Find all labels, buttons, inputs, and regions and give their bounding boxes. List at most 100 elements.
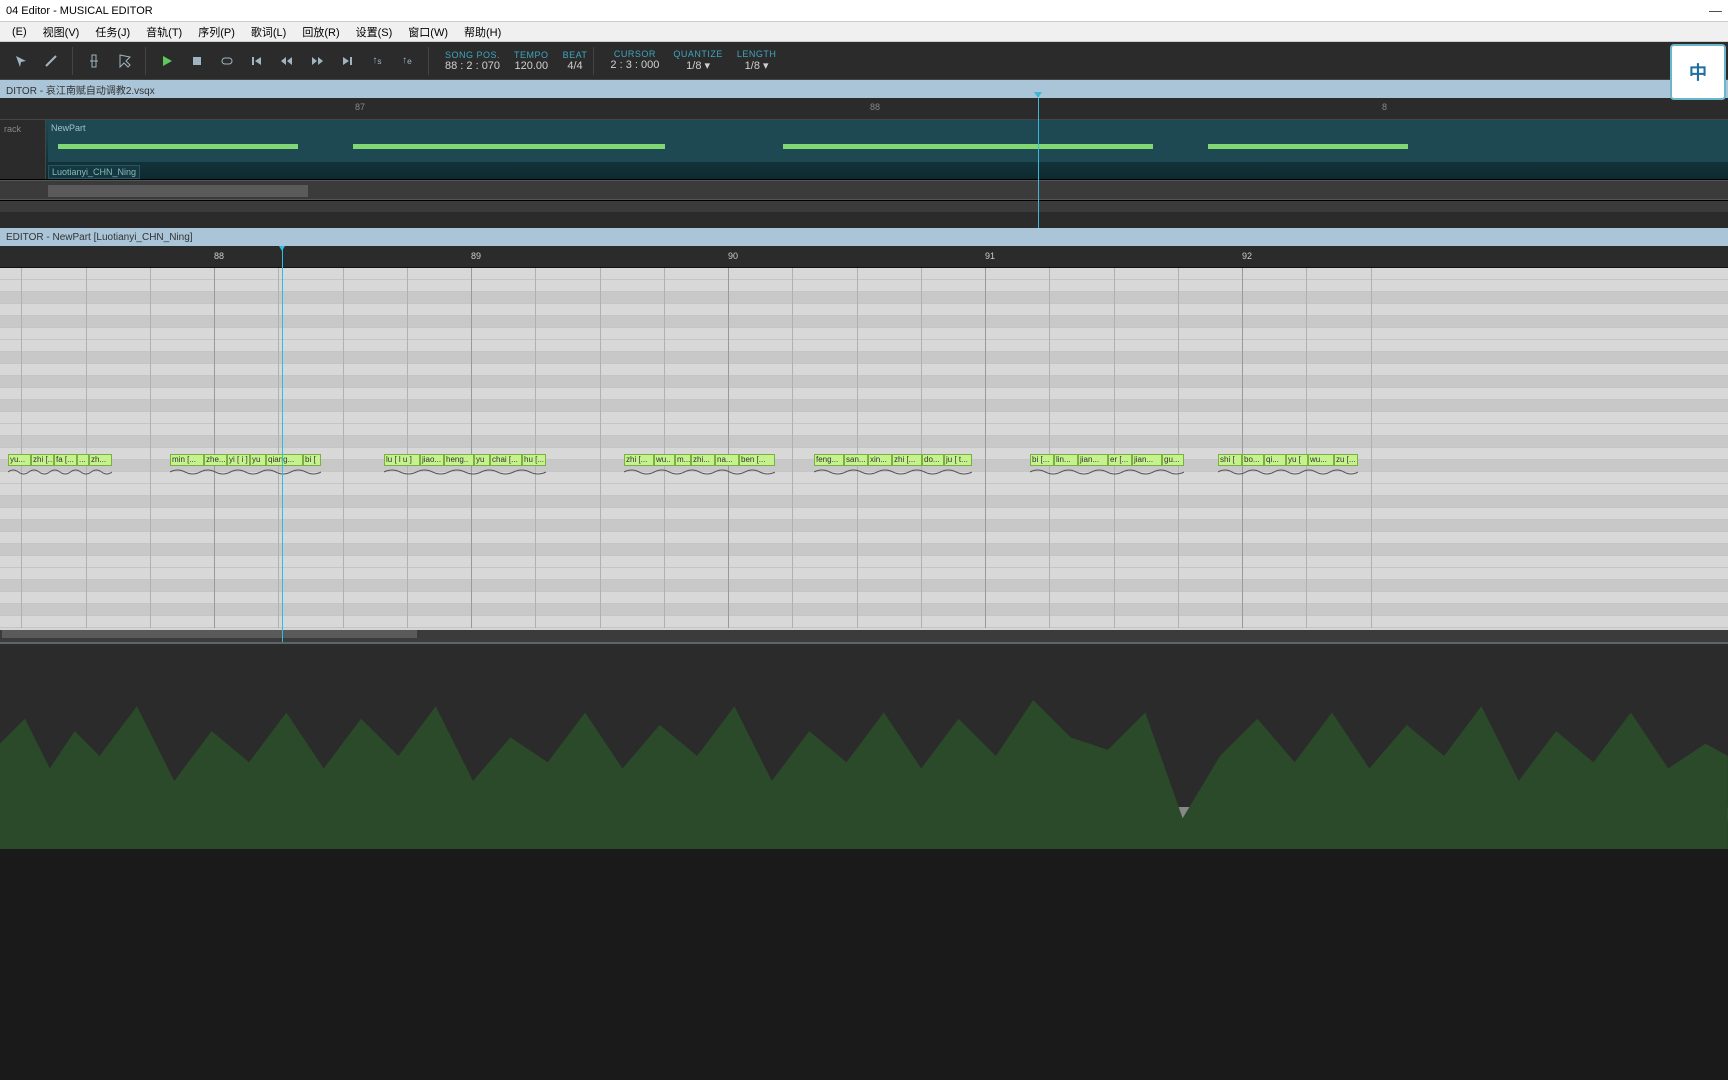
skip-end-icon[interactable] [335,49,359,73]
cursor-label: CURSOR [614,49,656,59]
menu-help[interactable]: 帮助(H) [456,24,509,40]
window-title: 04 Editor - MUSICAL EDITOR [6,5,153,17]
ruler-bar: 87 [355,102,365,112]
note[interactable]: jian... [1132,454,1162,466]
note[interactable]: ben [... [739,454,775,466]
note[interactable]: heng.. [444,454,474,466]
loop-button-icon[interactable] [215,49,239,73]
menu-lyrics[interactable]: 歌词(L) [243,24,294,40]
note[interactable]: zhi [... [31,454,54,466]
note[interactable]: ... [77,454,89,466]
note[interactable]: jian... [1078,454,1108,466]
note[interactable]: yu... [8,454,31,466]
note[interactable]: bi [ [303,454,321,466]
tempo-value: 120.00 [514,60,548,72]
menu-track[interactable]: 音轨(T) [138,24,190,40]
length-value[interactable]: 1/8 ▾ [745,59,769,72]
menu-playback[interactable]: 回放(R) [294,24,347,40]
track-scrollbar[interactable] [0,200,1728,212]
piano-roll-scrollbar[interactable] [0,630,1728,642]
note[interactable]: zhe... [204,454,227,466]
note[interactable]: chai [... [490,454,522,466]
track-selection[interactable] [0,180,1728,200]
menu-bar: (E) 视图(V) 任务(J) 音轨(T) 序列(P) 歌词(L) 回放(R) … [0,22,1728,42]
musical-editor-header: EDITOR - NewPart [Luotianyi_CHN_Ning] [0,228,1728,246]
note[interactable]: qiang... [266,454,303,466]
play-button-icon[interactable] [155,49,179,73]
title-bar: 04 Editor - MUSICAL EDITOR — [0,0,1728,22]
cut-tool-icon[interactable] [82,49,106,73]
voice-name[interactable]: Luotianyi_CHN_Ning [48,165,140,179]
note[interactable]: xin... [868,454,892,466]
menu-window[interactable]: 窗口(W) [400,24,456,40]
track-ruler[interactable]: 87 88 8 [0,98,1728,120]
note[interactable]: fa [... [54,454,77,466]
ime-badge[interactable]: 中 [1670,44,1726,100]
note[interactable]: er [... [1108,454,1132,466]
note[interactable]: qi... [1264,454,1286,466]
forward-icon[interactable] [305,49,329,73]
note[interactable]: m... [675,454,691,466]
stop-button-icon[interactable] [185,49,209,73]
track-editor[interactable]: 87 88 8 rack NewPart Luotianyi_CHN_Ning [0,98,1728,228]
menu-file[interactable]: (E) [4,26,35,38]
note[interactable]: san... [844,454,868,466]
rewind-icon[interactable] [275,49,299,73]
note[interactable]: zhi... [691,454,715,466]
note[interactable]: bi [... [1030,454,1054,466]
ruler-bar: 92 [1242,251,1252,261]
note[interactable]: zhi [... [624,454,654,466]
menu-task[interactable]: 任务(J) [87,24,138,40]
piano-roll-body[interactable]: yu...zhi [...fa [......zh...min [...zhe.… [0,268,1728,628]
note[interactable]: yu [250,454,266,466]
note[interactable]: wu... [1308,454,1334,466]
note[interactable]: hu [... [522,454,546,466]
note[interactable]: yi [ i ] [227,454,250,466]
note[interactable]: ju [ t... [944,454,972,466]
quantize-label: QUANTIZE [673,49,723,59]
beat-value: 4/4 [567,60,582,72]
note[interactable]: yu [ [1286,454,1308,466]
piano-roll-playhead [282,246,283,642]
note[interactable]: bo... [1242,454,1264,466]
note[interactable]: wu.. [654,454,675,466]
line-tool-icon[interactable] [39,49,63,73]
note[interactable]: lu [ l u ] [384,454,420,466]
arrow-tool-icon[interactable] [112,49,136,73]
note[interactable]: zu [... [1334,454,1358,466]
minimize-button[interactable]: — [1709,3,1722,18]
note[interactable]: na... [715,454,739,466]
marker-s-icon[interactable]: ↑s [365,49,389,73]
piano-roll[interactable]: 88 89 90 91 92 yu...zhi [...fa [......zh… [0,246,1728,642]
songpos-value: 88 : 2 : 070 [445,60,500,72]
track-body[interactable]: rack NewPart Luotianyi_CHN_Ning [0,120,1728,180]
note[interactable]: jiao... [420,454,444,466]
note[interactable]: gu... [1162,454,1184,466]
cursor-value: 2 : 3 : 000 [610,59,659,71]
menu-settings[interactable]: 设置(S) [348,24,401,40]
transport-info: SONG POS.88 : 2 : 070 TEMPO120.00 BEAT4/… [445,50,587,72]
note[interactable]: yu [474,454,490,466]
ruler-bar: 88 [214,251,224,261]
note[interactable]: do... [922,454,944,466]
ruler-bar: 8 [1382,102,1387,112]
note[interactable]: zh... [89,454,112,466]
skip-start-icon[interactable] [245,49,269,73]
note[interactable]: lin... [1054,454,1078,466]
pointer-tool-icon[interactable] [9,49,33,73]
note[interactable]: shi [ [1218,454,1242,466]
note[interactable]: zhi [... [892,454,922,466]
parameter-panel[interactable] [0,642,1728,807]
part-name: NewPart [48,122,1728,134]
piano-roll-ruler[interactable]: 88 89 90 91 92 [0,246,1728,268]
track-editor-header: DITOR - 哀江南赋自动调教2.vsqx [0,80,1728,98]
marker-e-icon[interactable]: ↑e [395,49,419,73]
note[interactable]: feng... [814,454,844,466]
menu-view[interactable]: 视图(V) [35,24,88,40]
quantize-value[interactable]: 1/8 ▾ [686,59,710,72]
track-label[interactable]: rack [0,120,46,179]
menu-sequence[interactable]: 序列(P) [190,24,243,40]
track-part[interactable]: NewPart [48,122,1728,162]
note[interactable]: min [... [170,454,204,466]
parameter-chart [0,644,1728,849]
